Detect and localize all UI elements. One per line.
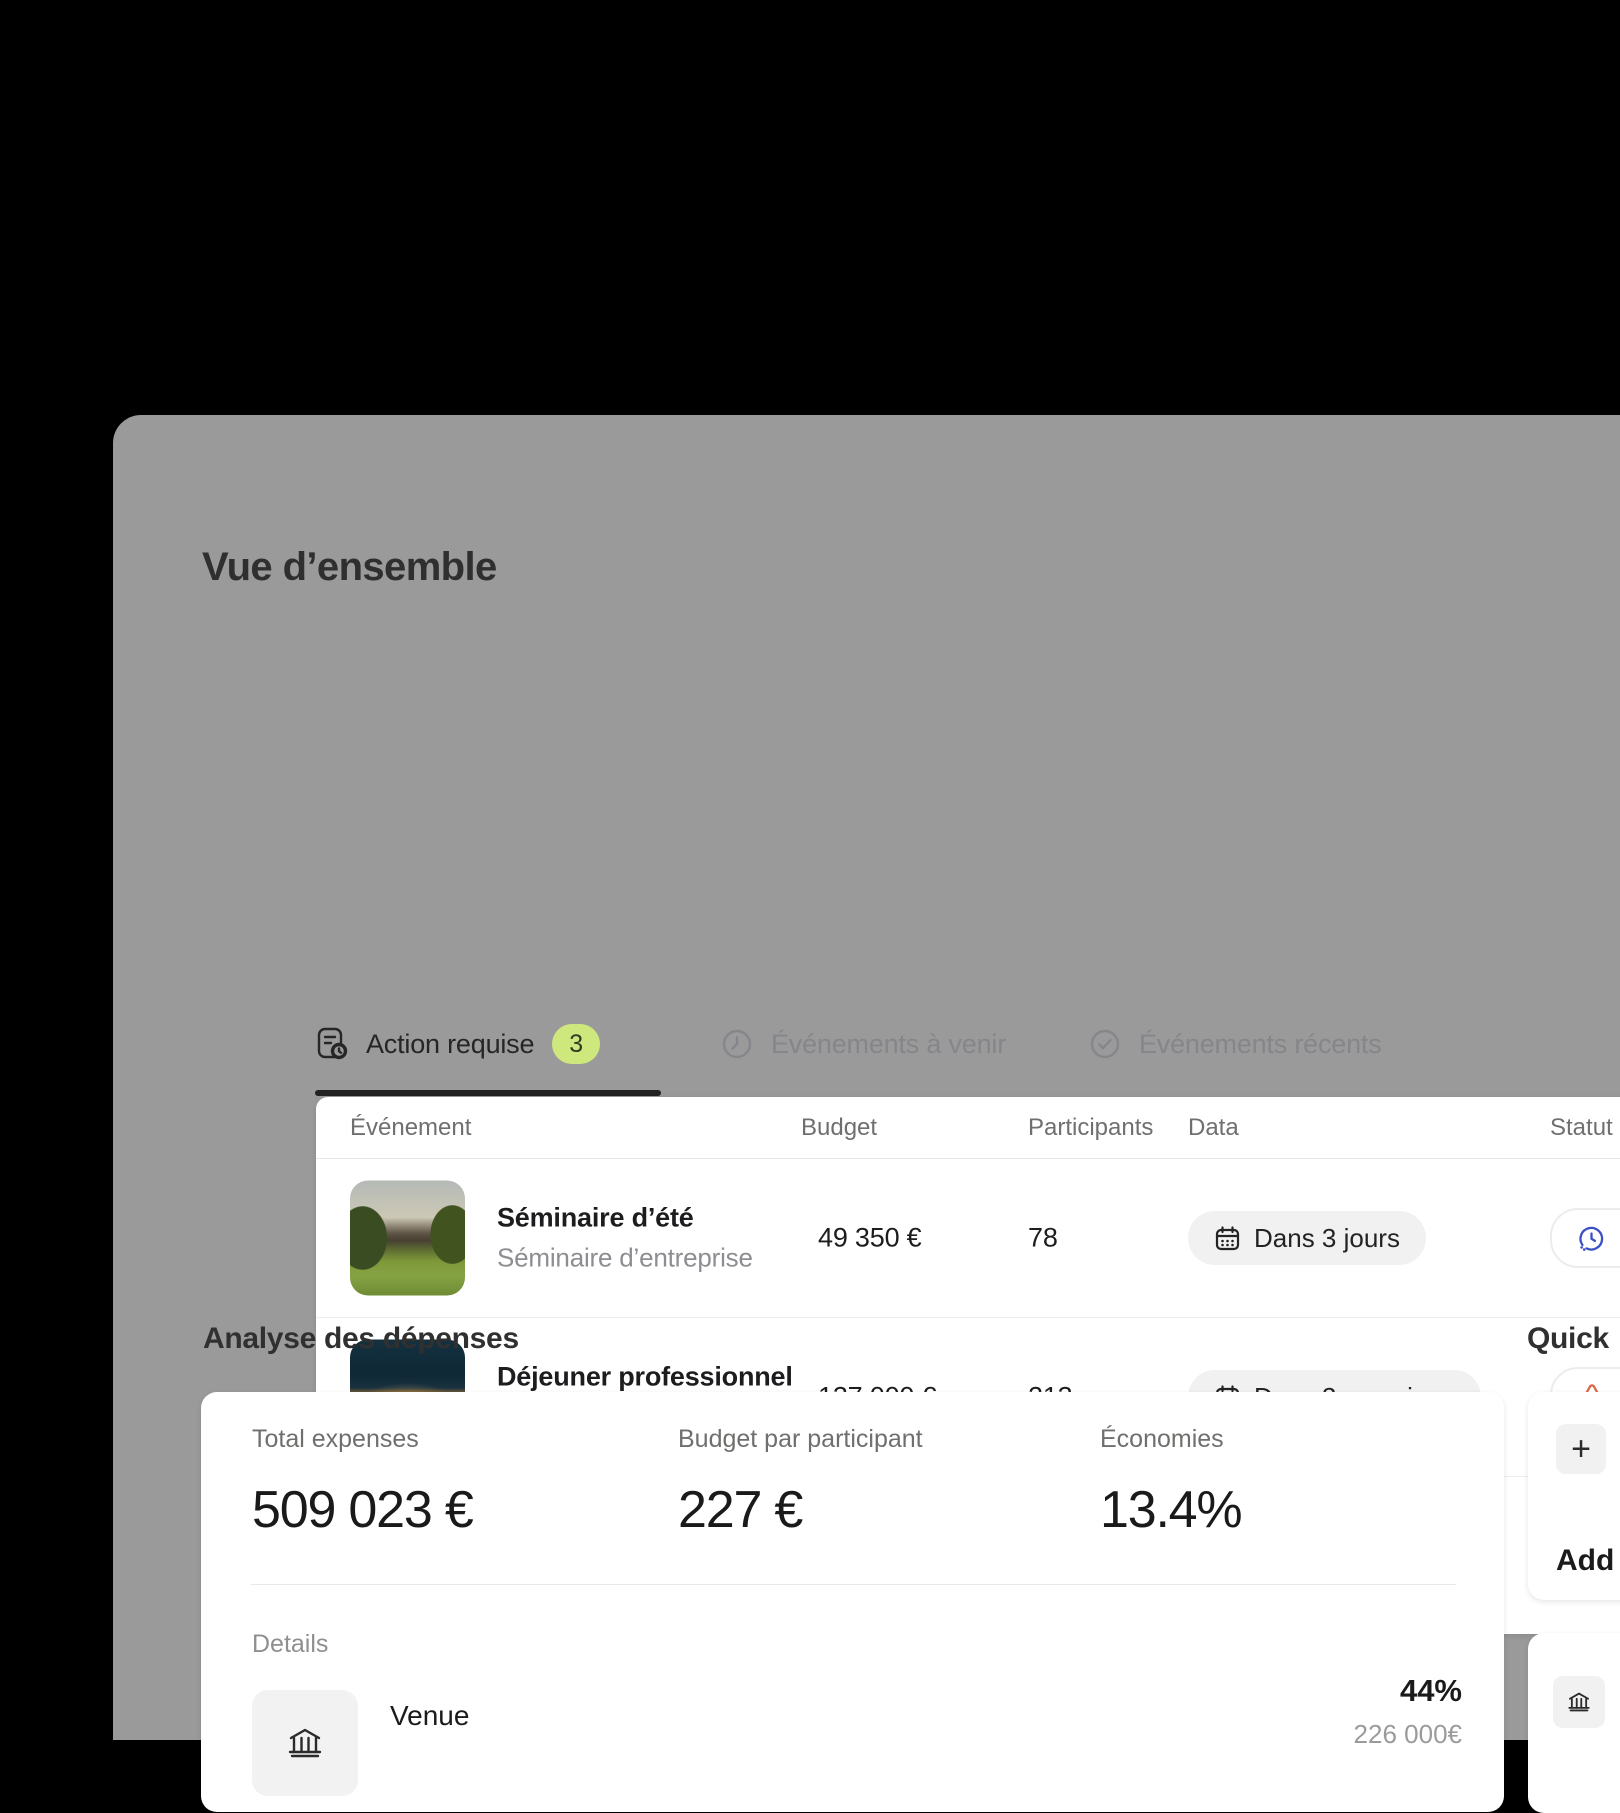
col-header-participants: Participants <box>1028 1114 1153 1142</box>
detail-row-name: Venue <box>390 1700 469 1732</box>
pending-clock-icon <box>1577 1224 1606 1253</box>
col-header-statut: Statut <box>1550 1114 1613 1142</box>
tab-label: Action requise <box>366 1029 534 1060</box>
stat-economies: Économies 13.4% <box>1100 1425 1241 1540</box>
expenses-section-heading: Analyse des dépenses <box>203 1322 519 1356</box>
venue-icon-box <box>252 1690 358 1796</box>
stat-label: Total expenses <box>252 1425 473 1454</box>
expenses-card: Total expenses 509 023 € Budget par part… <box>201 1392 1504 1812</box>
stat-value: 13.4% <box>1100 1480 1241 1540</box>
table-header: Événement Budget Participants Data Statu… <box>316 1097 1620 1159</box>
event-title: Déjeuner professionnel <box>497 1362 793 1393</box>
stat-budget-par-participant: Budget par participant 227 € <box>678 1425 923 1540</box>
detail-row-amount: 226 000€ <box>1354 1719 1462 1750</box>
add-label: Add <box>1556 1544 1614 1578</box>
event-title: Séminaire d’été <box>497 1203 753 1234</box>
plus-icon: + <box>1571 1432 1591 1466</box>
quick-add-card[interactable]: + Add <box>1528 1392 1620 1600</box>
task-clock-icon <box>316 1027 348 1061</box>
col-header-data: Data <box>1188 1114 1239 1142</box>
stat-value: 227 € <box>678 1480 923 1540</box>
active-tab-underline <box>315 1090 661 1096</box>
quick-icon-box <box>1553 1676 1605 1728</box>
venue-building-icon <box>285 1723 325 1763</box>
event-thumbnail-manor <box>350 1181 465 1296</box>
calendar-icon <box>1214 1225 1241 1252</box>
tab-label: Événements à venir <box>771 1029 1006 1060</box>
col-header-budget: Budget <box>801 1114 877 1142</box>
tab-evenements-recents[interactable]: Événements récents <box>1089 1021 1382 1067</box>
building-icon <box>1566 1689 1592 1715</box>
tab-label: Événements récents <box>1139 1029 1382 1060</box>
date-badge-label: Dans 3 jours <box>1254 1223 1400 1254</box>
stat-label: Budget par participant <box>678 1425 923 1454</box>
event-subtitle: Séminaire d’entreprise <box>497 1243 753 1274</box>
detail-row-percent: 44% <box>1400 1673 1462 1709</box>
divider <box>251 1584 1456 1585</box>
budget-value: 49 350 € <box>818 1223 922 1254</box>
quick-section-heading: Quick <box>1527 1322 1609 1356</box>
check-circle-icon <box>1089 1028 1121 1060</box>
tab-action-requise[interactable]: Action requise 3 <box>316 1021 600 1067</box>
clock-circle-icon <box>721 1028 753 1060</box>
participants-value: 78 <box>1028 1223 1058 1254</box>
tab-count-badge: 3 <box>552 1024 600 1064</box>
table-row[interactable]: Séminaire d’été Séminaire d’entreprise 4… <box>316 1159 1620 1317</box>
details-label: Details <box>252 1630 328 1659</box>
col-header-evenement: Événement <box>350 1114 471 1142</box>
date-badge: Dans 3 jours <box>1188 1211 1426 1265</box>
tab-evenements-a-venir[interactable]: Événements à venir <box>721 1021 1006 1067</box>
stat-value: 509 023 € <box>252 1480 473 1540</box>
page-title: Vue d’ensemble <box>202 545 497 590</box>
stat-label: Économies <box>1100 1425 1241 1454</box>
quick-secondary-card[interactable] <box>1528 1633 1620 1813</box>
status-badge-pending: Validation r <box>1550 1208 1620 1268</box>
stat-total-expenses: Total expenses 509 023 € <box>252 1425 473 1540</box>
add-button[interactable]: + <box>1556 1424 1606 1474</box>
